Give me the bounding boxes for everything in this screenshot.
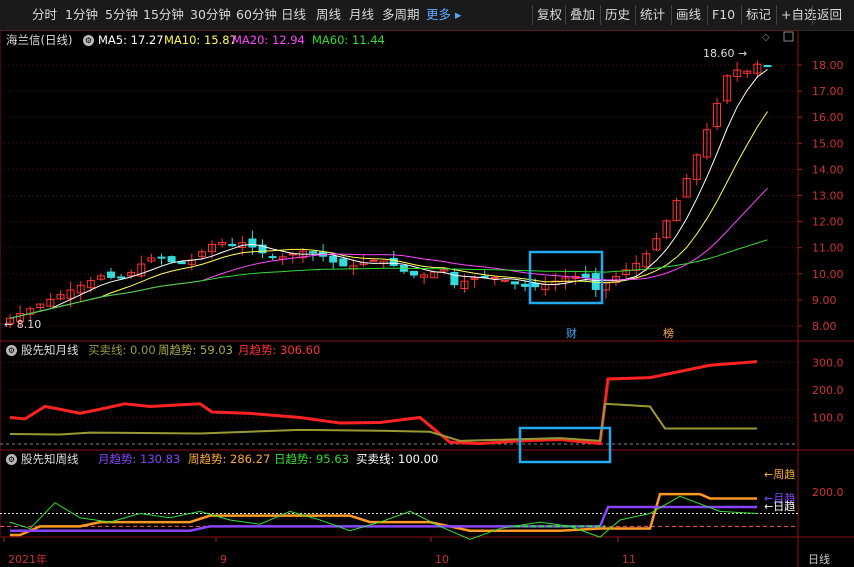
period-0[interactable]: 分时 xyxy=(32,0,57,30)
period-2[interactable]: 5分钟 xyxy=(105,0,138,30)
toolbar-divider xyxy=(741,5,742,25)
x-axis-label: 10 xyxy=(435,553,449,566)
toolbar-divider xyxy=(776,5,777,25)
candle xyxy=(309,251,317,254)
x-axis-label: 2021年 xyxy=(8,552,47,566)
action-5[interactable]: F10 xyxy=(712,0,735,30)
price-tick-label: 13.00 xyxy=(812,190,844,203)
period-1[interactable]: 1分钟 xyxy=(65,0,98,30)
candle xyxy=(521,283,530,287)
candle xyxy=(339,258,348,267)
candle xyxy=(511,281,519,285)
panel3-right-label: ←日趋 xyxy=(764,500,795,513)
diamond-icon: ◇ xyxy=(762,32,770,43)
price-tick-label: 10.00 xyxy=(812,268,844,281)
toolbar-divider xyxy=(600,5,601,25)
highlight-box-2 xyxy=(518,426,612,464)
high-price-label: 18.60 → xyxy=(703,47,747,60)
top-toolbar: 分时 1分钟 5分钟 15分钟 30分钟 60分钟 日线 周线 月线 多周期 更多 ▸ 复权 叠加 历史统… xyxy=(0,0,854,31)
candle xyxy=(167,256,176,263)
action-8[interactable]: 返回 xyxy=(817,0,842,30)
toolbar-divider xyxy=(812,5,813,25)
bottom-period-label: 日线 xyxy=(808,552,830,566)
candle xyxy=(248,238,257,248)
candle xyxy=(117,276,126,279)
ma-line-10 xyxy=(9,111,768,319)
panel2-tick-label: 200.0 xyxy=(812,384,844,397)
candle xyxy=(490,276,499,279)
price-tick-label: 15.00 xyxy=(812,137,844,150)
price-tick-label: 11.00 xyxy=(812,242,844,255)
event-marker: 榜 xyxy=(663,326,674,340)
candle xyxy=(369,259,378,262)
price-tick-label: 9.00 xyxy=(812,294,837,307)
panel3-tick-label: 200.0 xyxy=(812,486,844,499)
action-4[interactable]: 画线 xyxy=(676,0,701,30)
period-7[interactable]: 周线 xyxy=(316,0,341,30)
action-2[interactable]: 历史 xyxy=(605,0,630,30)
period-8[interactable]: 月线 xyxy=(349,0,374,30)
candle xyxy=(389,257,398,266)
price-tick-label: 8.00 xyxy=(812,320,837,333)
price-tick-label: 18.00 xyxy=(812,59,844,72)
candle xyxy=(268,256,277,259)
candle xyxy=(581,273,590,278)
low-price-label: ← 8.10 xyxy=(4,318,41,331)
candle xyxy=(107,271,115,278)
period-5[interactable]: 60分钟 xyxy=(236,0,277,30)
candle xyxy=(177,261,186,265)
action-0[interactable]: 复权 xyxy=(537,0,562,30)
kline-chart-canvas[interactable]: 18.00 17.00 16.00 15.00 14.00 13.00 12.00 11.00… xyxy=(0,30,854,567)
period-9[interactable]: 多周期 xyxy=(382,0,420,30)
price-tick-label: 16.00 xyxy=(812,111,844,124)
chart-frame xyxy=(0,30,799,538)
x-axis-label: 9 xyxy=(220,553,227,566)
window-toggle-icon xyxy=(783,31,794,42)
action-1[interactable]: 叠加 xyxy=(570,0,595,30)
toolbar-divider xyxy=(671,5,672,25)
panel2-tick-label: 300.0 xyxy=(812,357,844,370)
event-marker: 财 xyxy=(566,326,577,340)
candle xyxy=(763,65,772,68)
candle xyxy=(480,275,489,278)
candle xyxy=(329,255,338,263)
ma-line-5 xyxy=(9,69,768,319)
toolbar-divider xyxy=(565,5,566,25)
candle xyxy=(157,256,166,259)
period-6[interactable]: 日线 xyxy=(281,0,306,30)
price-tick-label: 12.00 xyxy=(812,216,844,229)
action-3[interactable]: 统计 xyxy=(640,0,665,30)
day-trend-line xyxy=(9,495,758,540)
toolbar-divider xyxy=(635,5,636,25)
toolbar-divider xyxy=(532,5,533,25)
action-6[interactable]: 标记 xyxy=(746,0,771,30)
toolbar-divider xyxy=(707,5,708,25)
more-periods-button[interactable]: 更多 ▸ xyxy=(426,0,461,30)
candle xyxy=(500,279,509,282)
price-tick-label: 14.00 xyxy=(812,163,844,176)
price-tick-label: 17.00 xyxy=(812,85,844,98)
x-axis-label: 11 xyxy=(622,553,636,566)
panel2-tick-label: 100.0 xyxy=(812,412,844,425)
candle xyxy=(591,273,600,290)
candle xyxy=(228,244,237,247)
panel3-right-label: ←周趋 xyxy=(764,468,795,481)
period-3[interactable]: 15分钟 xyxy=(143,0,184,30)
candle xyxy=(410,270,418,276)
period-4[interactable]: 30分钟 xyxy=(190,0,231,30)
ma-line-20 xyxy=(9,187,768,319)
